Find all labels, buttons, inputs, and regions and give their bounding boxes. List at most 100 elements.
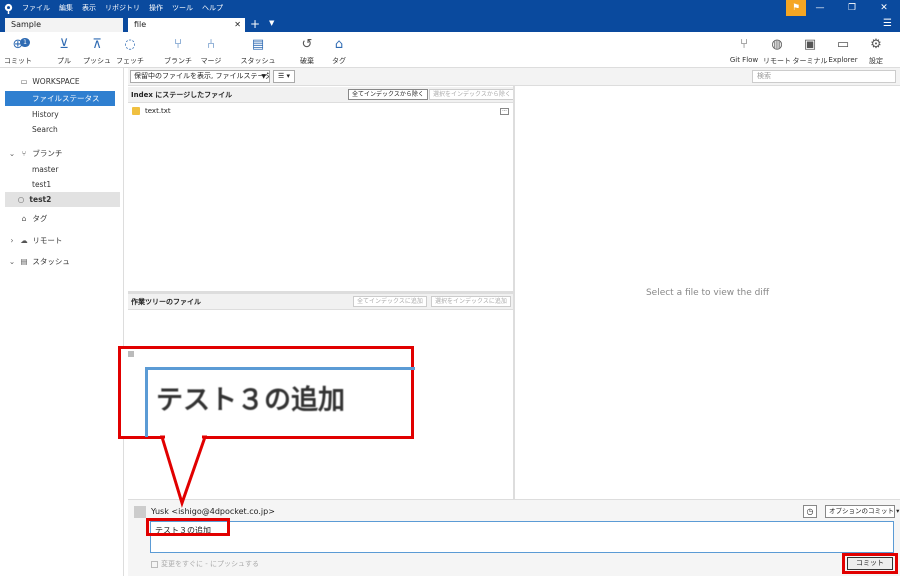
window-controls: — ❐ ✕ <box>804 0 900 16</box>
branch-icon: ⑂ <box>174 36 182 52</box>
chevron-down-icon: ⌄ <box>8 257 16 266</box>
flag-icon[interactable]: ⚑ <box>786 0 806 16</box>
tag-button[interactable]: ⌂ タグ <box>321 36 357 66</box>
stage-all-button[interactable]: 全てインデックスに追加 <box>353 296 427 307</box>
branch-button[interactable]: ⑂ ブランチ <box>160 36 196 66</box>
menu-actions[interactable]: 操作 <box>149 3 163 13</box>
tag-label: タグ <box>332 57 346 65</box>
tab-close-icon[interactable]: ✕ <box>234 18 241 32</box>
tag-icon: ⌂ <box>21 214 27 223</box>
chevron-down-icon: ⌄ <box>8 149 16 158</box>
sidebar-stashes-header[interactable]: ⌄ ▤ スタッシュ <box>0 254 124 269</box>
menu-file[interactable]: ファイル <box>22 3 50 13</box>
gitflow-button[interactable]: ⑂ Git Flow <box>726 36 762 65</box>
sidebar-item-test2[interactable]: ○ test2 <box>5 192 120 207</box>
branches-label: ブランチ <box>32 149 63 158</box>
avatar <box>134 506 146 518</box>
zoom-dot <box>128 351 134 357</box>
sidebar-item-label: ファイルステータス <box>32 94 100 103</box>
chevron-down-icon[interactable]: ▼ <box>269 19 274 27</box>
remote-label: リモート <box>763 57 791 65</box>
filter-bar: 保留中のファイルを表示, ファイルステータス順 ▼ ☰ ▾ 検索 <box>128 68 900 86</box>
remote-icon: ◍ <box>771 36 783 52</box>
sidebar-item-test1[interactable]: test1 <box>0 177 124 192</box>
tab-file[interactable]: file ✕ <box>128 18 245 32</box>
file-filter-select[interactable]: 保留中のファイルを表示, ファイルステータス順 ▼ <box>130 70 270 83</box>
search-input[interactable]: 検索 <box>752 70 896 83</box>
push-button[interactable]: ⊼ プッシュ <box>79 36 115 66</box>
sidebar-item-master[interactable]: master <box>0 162 124 177</box>
sidebar-tags-header[interactable]: ⌂ タグ <box>0 211 124 226</box>
search-placeholder: 検索 <box>757 72 771 80</box>
explorer-button[interactable]: ▭ Explorer <box>825 36 861 65</box>
sidebar-workspace-header[interactable]: ▭ WORKSPACE <box>0 74 124 89</box>
settings-icon: ⚙ <box>870 36 882 52</box>
terminal-button[interactable]: ▣ ターミナル <box>792 36 828 66</box>
zoom-callout: テスト３の追加 <box>118 346 415 439</box>
discard-button[interactable]: ↺ 破棄 <box>289 36 325 66</box>
sourcetree-logo-icon <box>0 0 16 16</box>
tab-label: file <box>134 20 147 29</box>
title-bar: ファイル 編集 表示 リポジトリ 操作 ツール ヘルプ ⚑ — ❐ ✕ <box>0 0 900 16</box>
push-immediately-checkbox[interactable]: 変更をすぐに - にプッシュする <box>151 559 259 569</box>
unstage-all-button[interactable]: 全てインデックスから除く <box>348 89 428 100</box>
file-options-icon[interactable]: ··· <box>500 108 509 115</box>
tab-label: Sample <box>11 20 41 29</box>
minimize-icon[interactable]: — <box>804 0 836 16</box>
current-branch-icon: ○ <box>17 195 25 204</box>
sidebar-item-search[interactable]: Search <box>0 122 124 137</box>
clock-icon[interactable]: ◷ <box>803 505 817 518</box>
staged-file-row[interactable]: text.txt <box>132 107 171 115</box>
remotes-label: リモート <box>32 236 63 245</box>
discard-label: 破棄 <box>300 57 314 65</box>
commit-options-dropdown[interactable]: オプションのコミット ▾ <box>825 505 899 518</box>
pull-label: プル <box>57 57 71 65</box>
commit-icon: ⊕ <box>12 36 24 52</box>
branch-icon: ⑂ <box>21 149 27 158</box>
staged-files-title: Index にステージしたファイル <box>131 91 233 99</box>
settings-button[interactable]: ⚙ 設定 <box>858 36 894 66</box>
unstage-selected-button[interactable]: 選択をインデックスから除く <box>429 89 515 100</box>
view-mode-button[interactable]: ☰ ▾ <box>273 70 295 83</box>
gitflow-label: Git Flow <box>729 56 759 64</box>
fetch-label: フェッチ <box>116 57 144 65</box>
tab-bar: Sample file ✕ + ▼ ☰ <box>0 16 900 32</box>
maximize-icon[interactable]: ❐ <box>836 0 868 16</box>
modified-file-icon <box>132 107 140 115</box>
close-icon[interactable]: ✕ <box>868 0 900 16</box>
discard-icon: ↺ <box>301 36 313 52</box>
menu-bar: ファイル 編集 表示 リポジトリ 操作 ツール ヘルプ <box>16 3 223 13</box>
cloud-icon: ☁ <box>20 236 28 245</box>
sidebar-item-history[interactable]: History <box>0 107 124 122</box>
stash-button[interactable]: ▤ スタッシュ <box>240 36 276 66</box>
commit-button[interactable]: ⊕ 1 コミット <box>0 36 36 66</box>
pull-button[interactable]: ⊻ プル <box>46 36 82 66</box>
sidebar-remotes-header[interactable]: › ☁ リモート <box>0 233 124 248</box>
menu-help[interactable]: ヘルプ <box>202 3 223 13</box>
chevron-right-icon: › <box>10 236 14 245</box>
zoom-text: テスト３の追加 <box>156 385 345 416</box>
unstaged-files-header: 作業ツリーのファイル 全てインデックスに追加 選択をインデックスに追加 <box>128 294 513 310</box>
add-tab-icon[interactable]: + <box>250 17 260 31</box>
tags-label: タグ <box>32 214 48 223</box>
terminal-label: ターミナル <box>792 57 828 65</box>
file-name: text.txt <box>145 107 171 115</box>
commit-message-input[interactable]: テスト３の追加 <box>150 521 894 553</box>
stage-selected-button[interactable]: 選択をインデックスに追加 <box>431 296 511 307</box>
tab-sample[interactable]: Sample <box>5 18 123 32</box>
remote-button[interactable]: ◍ リモート <box>759 36 795 66</box>
sidebar-item-file-status[interactable]: ファイルステータス <box>5 91 115 106</box>
branch-label: ブランチ <box>164 57 192 65</box>
sidebar-branches-header[interactable]: ⌄ ⑂ ブランチ <box>0 146 124 161</box>
menu-view[interactable]: 表示 <box>82 3 96 13</box>
menu-edit[interactable]: 編集 <box>59 3 73 13</box>
hamburger-menu-icon[interactable]: ☰ <box>883 18 892 29</box>
zoom-input-frame: テスト３の追加 <box>145 367 415 437</box>
merge-button[interactable]: ⑃ マージ <box>193 36 229 66</box>
menu-repository[interactable]: リポジトリ <box>105 3 140 13</box>
fetch-button[interactable]: ◌ フェッチ <box>112 36 148 66</box>
commit-count-badge: 1 <box>20 38 30 47</box>
merge-label: マージ <box>200 57 222 65</box>
menu-tools[interactable]: ツール <box>172 3 193 13</box>
sidebar-item-label: Search <box>32 125 58 134</box>
